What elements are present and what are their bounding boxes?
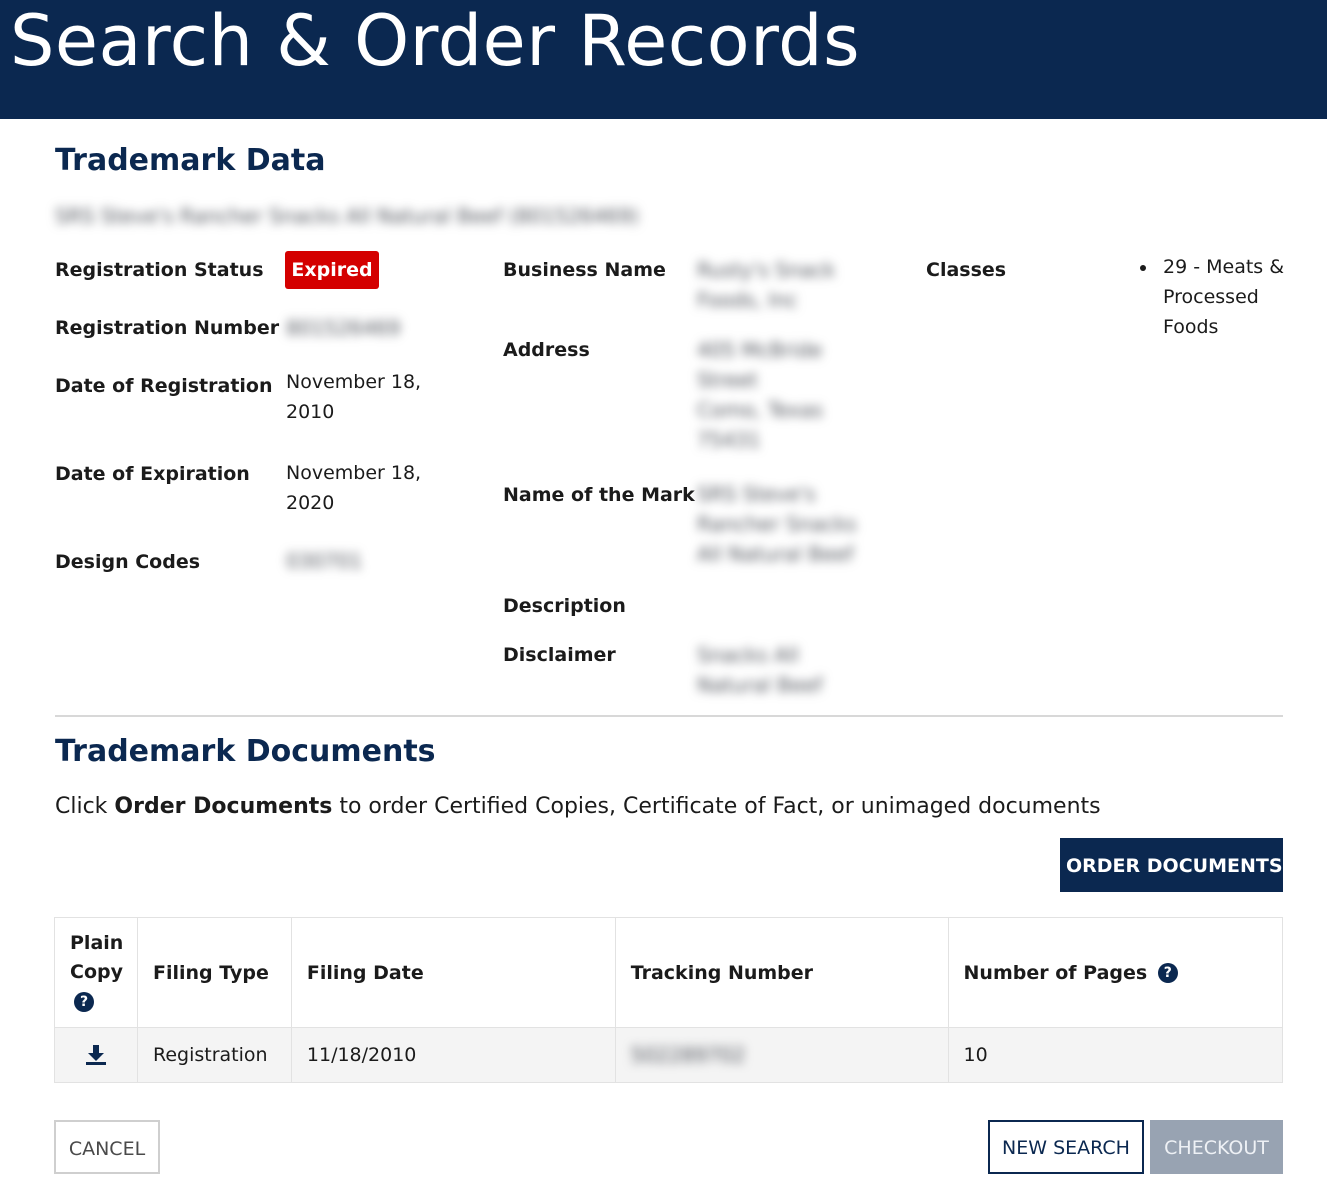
order-documents-button[interactable]: ORDER DOCUMENTS <box>1060 838 1283 892</box>
classes-list: 29 - Meats & Processed Foods <box>1140 252 1310 342</box>
status-badge: Expired <box>285 251 379 289</box>
pages-cell: 10 <box>947 1027 1284 1083</box>
date-of-expiration-label: Date of Expiration <box>55 463 250 485</box>
help-icon[interactable]: ? <box>74 992 94 1012</box>
name-of-mark-label: Name of the Mark <box>503 484 695 506</box>
page-banner: Search & Order Records <box>0 0 1327 119</box>
design-codes-label: Design Codes <box>55 551 201 573</box>
disclaimer-value: Snacks All Natural Beef <box>697 643 823 697</box>
name-of-mark-value: SRS Steve's Rancher Snacks All Natural B… <box>697 482 857 566</box>
filing-date-cell: 11/18/2010 <box>290 1027 616 1083</box>
checkout-button[interactable]: CHECKOUT <box>1150 1120 1283 1174</box>
trademark-data-heading: Trademark Data <box>55 143 326 178</box>
tracking-number-cell: 502289702 <box>614 1027 949 1083</box>
business-name-label: Business Name <box>503 259 666 281</box>
download-icon[interactable] <box>85 1044 107 1066</box>
new-search-button[interactable]: NEW SEARCH <box>988 1120 1144 1174</box>
header-plain-copy: Plain Copy ? <box>54 917 138 1028</box>
table-header-row: Plain Copy ? Filing Type Filing Date Tra… <box>54 917 1284 1028</box>
business-name-value: Rusty's Snack Foods, Inc <box>697 258 836 312</box>
documents-table: Plain Copy ? Filing Type Filing Date Tra… <box>54 917 1284 1083</box>
classes-label: Classes <box>926 259 1007 281</box>
order-instructions-emphasis: Order Documents <box>114 794 333 819</box>
order-instructions-suffix: to order Certified Copies, Certificate o… <box>332 794 1101 819</box>
registration-number-value: 801526469 <box>286 316 401 340</box>
address-label: Address <box>503 339 590 361</box>
date-of-registration-value: November 18, 2010 <box>286 371 422 423</box>
design-codes-value: 030701 <box>286 549 363 573</box>
header-filing-date: Filing Date <box>290 917 616 1028</box>
header-plain-copy-label: Plain Copy <box>70 931 124 983</box>
header-filing-type: Filing Type <box>137 917 292 1028</box>
order-instructions-prefix: Click <box>55 794 115 819</box>
cancel-button[interactable]: CANCEL <box>54 1120 160 1174</box>
trademark-documents-heading: Trademark Documents <box>55 734 436 769</box>
description-label: Description <box>503 595 626 617</box>
filing-type-cell: Registration <box>137 1027 292 1083</box>
date-of-expiration-value: November 18, 2020 <box>286 462 422 514</box>
download-cell <box>54 1027 138 1083</box>
address-value: 405 McBride Street Como, Texas 75431 <box>697 338 823 452</box>
class-item: 29 - Meats & Processed Foods <box>1140 252 1310 342</box>
date-of-registration-label: Date of Registration <box>55 375 273 397</box>
help-icon[interactable]: ? <box>1157 963 1178 983</box>
record-heading: SRS Steve's Rancher Snacks All Natural B… <box>55 204 639 228</box>
section-divider <box>55 715 1283 717</box>
header-number-of-pages: Number of Pages ? <box>947 917 1284 1028</box>
order-instructions: Click Order Documents to order Certified… <box>55 791 1101 823</box>
registration-status-label: Registration Status <box>55 259 264 281</box>
registration-number-label: Registration Number <box>55 317 280 339</box>
tracking-number-value: 502289702 <box>630 1043 746 1067</box>
disclaimer-label: Disclaimer <box>503 644 616 666</box>
header-number-of-pages-label: Number of Pages <box>963 961 1148 984</box>
page-title: Search & Order Records <box>10 0 861 82</box>
header-tracking-number: Tracking Number <box>614 917 949 1028</box>
table-row: Registration 11/18/2010 502289702 10 <box>54 1027 1284 1083</box>
